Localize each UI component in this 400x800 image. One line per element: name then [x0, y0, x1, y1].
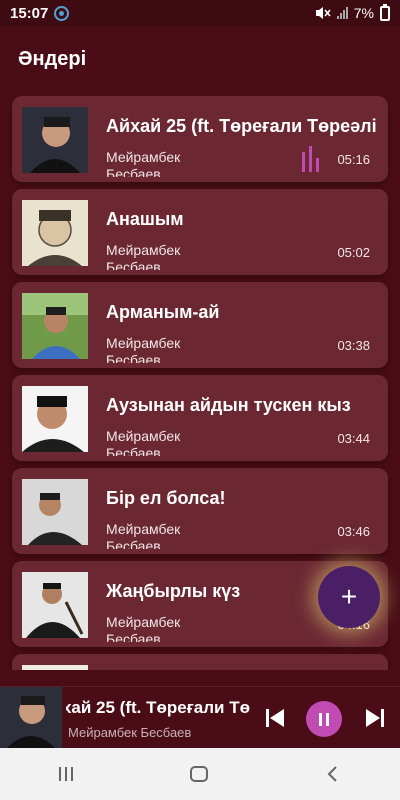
song-artist: Мейрамбек Бесбаев — [106, 614, 181, 642]
song-item[interactable]: Арманым-ай Мейрамбек Бесбаев 03:38 — [12, 282, 388, 368]
page-title: Әндері — [18, 47, 87, 70]
album-art — [22, 386, 88, 452]
back-button[interactable] — [325, 765, 341, 783]
previous-button[interactable] — [260, 703, 290, 733]
next-button[interactable] — [360, 703, 390, 733]
add-button[interactable]: + — [318, 566, 380, 628]
app-header: Әндері — [0, 26, 400, 92]
song-item[interactable]: Айхай 25 (ft. Төреғали Төреәлі Мейрамбек… — [12, 96, 388, 182]
status-icons: 7% — [315, 3, 390, 21]
song-item[interactable]: Анашым Мейрамбек Бесбаев 05:02 — [12, 189, 388, 275]
song-item[interactable]: Бір ел болса! Мейрамбек Бесбаев 03:46 — [12, 468, 388, 554]
status-time: 15:07 — [10, 4, 49, 22]
system-nav-bar — [0, 748, 400, 800]
song-duration: 03:46 — [337, 524, 370, 539]
mini-player[interactable]: Айхай 25 (ft. Төреғали Тө Мейрамбек Бесб… — [0, 686, 400, 749]
signal-icon — [336, 7, 348, 19]
song-duration: 03:38 — [337, 338, 370, 353]
home-button[interactable] — [189, 766, 208, 782]
song-artist: Мейрамбек Бесбаев — [106, 242, 181, 270]
player-album-art — [0, 687, 62, 749]
plus-icon: + — [340, 581, 358, 612]
battery-icon — [380, 3, 390, 21]
song-title: Бір ел болса! — [106, 488, 226, 508]
status-bar: 15:07 7% — [0, 0, 400, 26]
song-artist: Мейрамбек Бесбаев — [106, 521, 181, 549]
player-song-title: Айхай 25 (ft. Төреғали Тө — [66, 698, 250, 717]
album-art — [22, 572, 88, 638]
song-duration: 05:02 — [337, 245, 370, 260]
app-notification-icon — [54, 5, 70, 21]
song-duration: 05:16 — [337, 152, 370, 167]
song-duration: 03:44 — [337, 431, 370, 446]
battery-percent: 7% — [353, 5, 374, 21]
pause-button[interactable] — [306, 701, 342, 737]
album-art — [22, 293, 88, 359]
mute-icon — [315, 7, 331, 19]
equalizer-icon — [302, 146, 319, 172]
song-title: Арманым-ай — [106, 302, 220, 322]
album-art — [22, 665, 88, 670]
song-item[interactable]: Аузынан айдын тускен кыз Мейрамбек Бесба… — [12, 375, 388, 461]
song-title: Анашым — [106, 209, 184, 229]
recent-apps-button[interactable] — [58, 767, 73, 781]
song-title: Айхай 25 (ft. Төреғали Төреәлі — [106, 116, 377, 136]
album-art — [22, 479, 88, 545]
song-item[interactable] — [12, 654, 388, 670]
player-artist: Мейрамбек Бесбаев — [68, 725, 192, 740]
song-artist: Мейрамбек Бесбаев — [106, 149, 181, 177]
song-title: Аузынан айдын тускен кыз — [106, 395, 351, 415]
song-artist: Мейрамбек Бесбаев — [106, 335, 181, 363]
album-art — [22, 200, 88, 266]
album-art — [22, 107, 88, 173]
song-artist: Мейрамбек Бесбаев — [106, 428, 181, 456]
